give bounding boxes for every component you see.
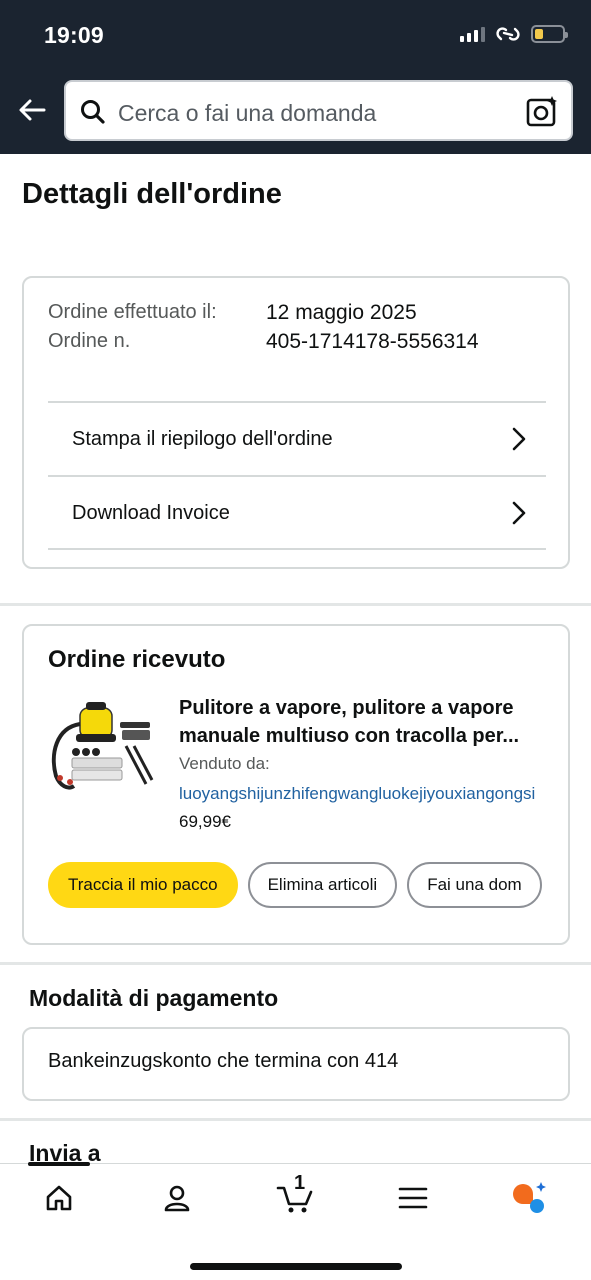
status-icons bbox=[460, 24, 568, 44]
order-date-label: Ordine effettuato il: bbox=[48, 301, 217, 323]
track-package-button[interactable]: Traccia il mio pacco bbox=[48, 862, 238, 908]
menu-icon[interactable] bbox=[393, 1178, 433, 1218]
order-received-card: Ordine ricevuto Pulitore a vapore, pulit… bbox=[22, 624, 570, 945]
order-date-value: 12 maggio 2025 bbox=[266, 301, 417, 324]
account-icon[interactable] bbox=[157, 1178, 197, 1218]
search-icon bbox=[81, 100, 105, 124]
back-arrow-icon[interactable] bbox=[16, 94, 48, 126]
home-indicator bbox=[190, 1263, 402, 1270]
search-input[interactable]: Cerca o fai una domanda bbox=[64, 80, 573, 141]
remove-items-button[interactable]: Elimina articoli bbox=[247, 862, 398, 908]
top-header: 19:09 Cerca o fai una domanda bbox=[0, 0, 591, 154]
page-title: Dettagli dell'ordine bbox=[22, 178, 282, 210]
assistant-icon[interactable] bbox=[509, 1178, 549, 1218]
download-invoice-label: Download Invoice bbox=[72, 501, 230, 524]
order-meta-labels: Ordine effettuato il: Ordine n. bbox=[48, 298, 238, 356]
cart-count: 1 bbox=[294, 1172, 306, 1194]
divider bbox=[48, 548, 546, 550]
search-placeholder: Cerca o fai una domanda bbox=[118, 100, 377, 126]
order-status-title: Ordine ricevuto bbox=[48, 646, 226, 673]
download-invoice-link[interactable]: Download Invoice bbox=[48, 475, 546, 549]
product-image[interactable] bbox=[46, 694, 158, 806]
active-tab-indicator bbox=[28, 1162, 90, 1166]
order-number-label: Ordine n. bbox=[48, 330, 131, 352]
chevron-right-icon bbox=[512, 427, 526, 451]
section-divider bbox=[0, 603, 591, 606]
signal-icon bbox=[460, 26, 485, 42]
chevron-right-icon bbox=[512, 501, 526, 525]
battery-icon bbox=[531, 25, 568, 43]
section-divider bbox=[0, 962, 591, 965]
product-price: 69,99€ bbox=[179, 812, 231, 831]
bottom-nav: 1 bbox=[0, 1162, 591, 1280]
home-icon[interactable] bbox=[39, 1178, 79, 1218]
status-time: 19:09 bbox=[44, 22, 104, 48]
link-icon bbox=[496, 27, 520, 41]
print-summary-label: Stampa il riepilogo dell'ordine bbox=[72, 427, 333, 450]
order-meta-values: 12 maggio 2025 405-1714178-5556314 bbox=[266, 298, 479, 356]
product-title-link[interactable]: Pulitore a vapore, pulitore a vapore man… bbox=[179, 694, 559, 750]
order-info-card: Ordine effettuato il: Ordine n. 12 maggi… bbox=[22, 276, 570, 569]
sold-by-label: Venduto da: bbox=[179, 754, 270, 773]
payment-title: Modalità di pagamento bbox=[29, 985, 279, 1011]
ask-question-button[interactable]: Fai una dom bbox=[407, 862, 542, 908]
print-summary-link[interactable]: Stampa il riepilogo dell'ordine bbox=[48, 401, 546, 475]
camera-lens-icon[interactable] bbox=[525, 94, 559, 128]
payment-method: Bankeinzugskonto che termina con 414 bbox=[48, 1050, 399, 1072]
order-number-value: 405-1714178-5556314 bbox=[266, 330, 479, 353]
cart-icon[interactable]: 1 bbox=[275, 1172, 315, 1218]
order-actions: Traccia il mio pacco Elimina articoli Fai … bbox=[48, 862, 553, 910]
section-divider bbox=[0, 1118, 591, 1121]
payment-card: Bankeinzugskonto che termina con 414 bbox=[22, 1027, 570, 1101]
seller-link[interactable]: luoyangshijunzhifengwangluokejiyouxiango… bbox=[179, 784, 535, 804]
